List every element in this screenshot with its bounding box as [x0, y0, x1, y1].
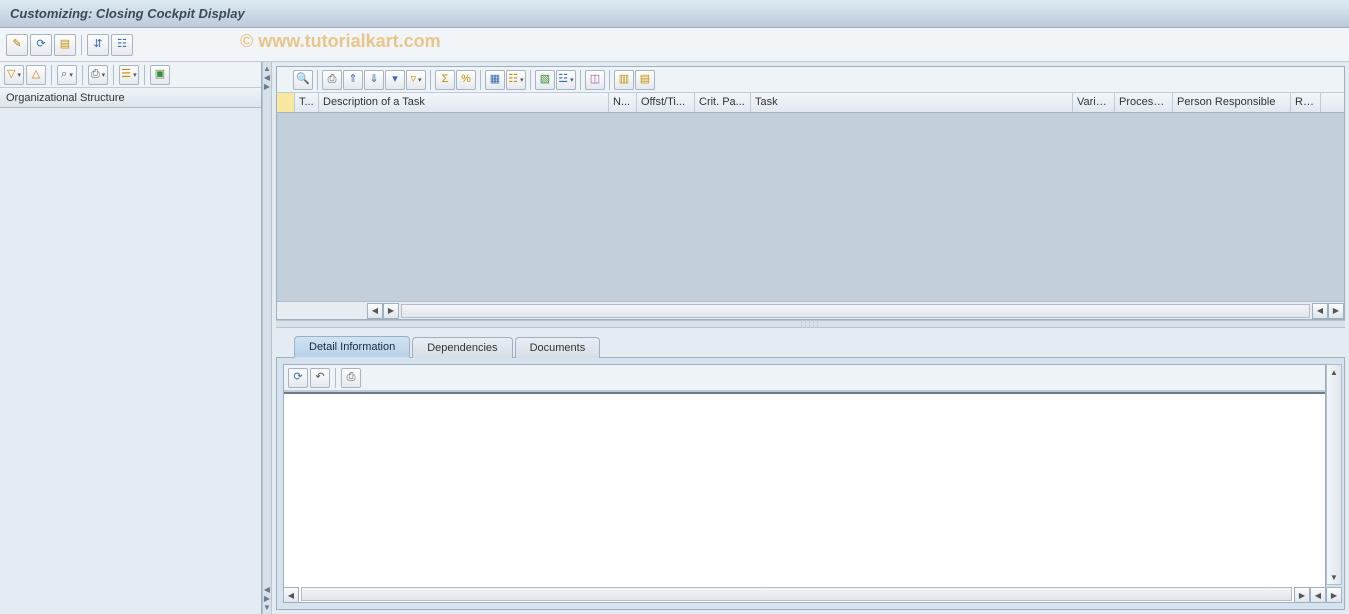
separator [81, 35, 82, 55]
select-layout-icon[interactable]: ▥ [614, 70, 634, 90]
scrollbar-track[interactable] [401, 304, 1310, 318]
separator [530, 70, 531, 90]
separator [317, 70, 318, 90]
back-icon[interactable]: ↶ [310, 368, 330, 388]
separator [113, 65, 114, 85]
print-icon[interactable]: ⎙▾ [88, 65, 108, 85]
print-icon[interactable]: ⎙ [341, 368, 361, 388]
col-ro[interactable]: Ro... [1291, 93, 1321, 112]
columns-icon[interactable]: ☳▾ [556, 70, 576, 90]
refresh-icon[interactable]: ⟳ [30, 34, 52, 56]
scroll-left-icon[interactable]: ◀ [367, 303, 383, 319]
col-variant[interactable]: Varia... [1073, 93, 1115, 112]
tab-detail-information[interactable]: Detail Information [294, 336, 410, 358]
separator [335, 368, 336, 388]
workspace: ▽▾ △ ⌕▾ ⎙▾ ☰▾ ▣ Organizational Structure… [0, 62, 1349, 614]
detail-panel: ⟳ ↶ ⎙ ▲ ▼ ◀ ▶ ◀ ▶ [276, 358, 1345, 610]
col-description[interactable]: Description of a Task [319, 93, 609, 112]
wrench-icon[interactable]: ✎ [6, 34, 28, 56]
layout-icon[interactable]: ☷ [111, 34, 133, 56]
grid-horizontal-scrollbar[interactable]: ◀ ▶ ◀ ▶ [277, 301, 1344, 319]
left-toolbar: ▽▾ △ ⌕▾ ⎙▾ ☰▾ ▣ [0, 62, 261, 88]
col-n[interactable]: N... [609, 93, 637, 112]
grid-body[interactable] [277, 113, 1344, 301]
create-icon[interactable]: ▣ [150, 65, 170, 85]
export-icon[interactable]: ☰▾ [119, 65, 139, 85]
grid-toolbar: 🔍 ⎙ ⇑ ⇓ ▾ ▿▾ Σ % ▦ ☷▾ ▧ ☳▾ ◫ ▥ ▤ [277, 67, 1344, 93]
organizational-structure-panel: ▽▾ △ ⌕▾ ⎙▾ ☰▾ ▣ Organizational Structure [0, 62, 262, 614]
org-structure-tree[interactable] [0, 108, 261, 614]
scroll-right-end-icon[interactable]: ▶ [1326, 587, 1342, 603]
detail-toolbar: ⟳ ↶ ⎙ [284, 365, 1325, 391]
sum-icon[interactable]: Σ [435, 70, 455, 90]
col-person-responsible[interactable]: Person Responsible [1173, 93, 1291, 112]
subtotal-icon[interactable]: % [456, 70, 476, 90]
scrollbar-track[interactable] [301, 587, 1292, 601]
org-structure-label: Organizational Structure [6, 92, 125, 104]
scroll-right-end-icon[interactable]: ▶ [1328, 303, 1344, 319]
save-layout-icon[interactable]: ▤ [635, 70, 655, 90]
col-critical-path[interactable]: Crit. Pa... [695, 93, 751, 112]
scroll-up-icon[interactable]: ▲ [1327, 365, 1341, 379]
expand-icon[interactable]: △ [26, 65, 46, 85]
detail-vertical-scrollbar[interactable]: ▲ ▼ [1326, 364, 1342, 585]
excel-icon[interactable]: ▧ [535, 70, 555, 90]
detail-body[interactable] [284, 391, 1325, 602]
tab-dependencies[interactable]: Dependencies [412, 337, 512, 358]
tab-documents[interactable]: Documents [515, 337, 601, 358]
scroll-right-icon[interactable]: ▶ [1294, 587, 1310, 603]
hierarchy-icon[interactable]: ⇵ [87, 34, 109, 56]
vertical-splitter[interactable]: ▲◀▶ ◀▶▼ [262, 62, 272, 614]
application-toolbar: ✎ ⟳ ▤ ⇵ ☷ © www.tutorialkart.com [0, 28, 1349, 62]
col-task[interactable]: Task [751, 93, 1073, 112]
scroll-left-end-icon[interactable]: ◀ [1312, 303, 1328, 319]
find-icon[interactable]: ⌕▾ [57, 65, 77, 85]
scroll-down-icon[interactable]: ▼ [1327, 570, 1341, 584]
export-list-icon[interactable]: ▦ [485, 70, 505, 90]
col-type[interactable]: T... [295, 93, 319, 112]
col-offset[interactable]: Offst/Ti... [637, 93, 695, 112]
separator [144, 65, 145, 85]
refresh-icon[interactable]: ⟳ [288, 368, 308, 388]
display-graphic-icon[interactable]: ◫ [585, 70, 605, 90]
scroll-left-end-icon[interactable]: ◀ [1310, 587, 1326, 603]
scroll-right-icon[interactable]: ▶ [383, 303, 399, 319]
watermark: © www.tutorialkart.com [240, 31, 441, 52]
separator [430, 70, 431, 90]
collapse-icon[interactable]: ▽▾ [4, 65, 24, 85]
horizontal-splitter[interactable]: ::::: [276, 320, 1345, 328]
separator [609, 70, 610, 90]
scroll-left-icon[interactable]: ◀ [283, 587, 299, 603]
grid-column-headers: T... Description of a Task N... Offst/Ti… [277, 93, 1344, 113]
detail-inner: ⟳ ↶ ⎙ [283, 364, 1326, 603]
separator [82, 65, 83, 85]
title-bar: Customizing: Closing Cockpit Display [0, 0, 1349, 28]
filter-set-icon[interactable]: ▿▾ [406, 70, 426, 90]
col-select[interactable] [277, 93, 295, 112]
filter-icon[interactable]: ▾ [385, 70, 405, 90]
details-icon[interactable]: 🔍 [293, 70, 313, 90]
window-title: Customizing: Closing Cockpit Display [10, 6, 245, 21]
sort-asc-icon[interactable]: ⇑ [343, 70, 363, 90]
separator [480, 70, 481, 90]
separator [580, 70, 581, 90]
print-icon[interactable]: ⎙ [322, 70, 342, 90]
right-panel: 🔍 ⎙ ⇑ ⇓ ▾ ▿▾ Σ % ▦ ☷▾ ▧ ☳▾ ◫ ▥ ▤ [272, 62, 1349, 614]
detail-horizontal-scrollbar[interactable]: ◀ ▶ ◀ ▶ [283, 587, 1342, 603]
separator [51, 65, 52, 85]
document-icon[interactable]: ▤ [54, 34, 76, 56]
detail-tabs: Detail Information Dependencies Document… [276, 334, 1345, 358]
layout-icon[interactable]: ☷▾ [506, 70, 526, 90]
col-processor[interactable]: Processor [1115, 93, 1173, 112]
sort-desc-icon[interactable]: ⇓ [364, 70, 384, 90]
task-grid: 🔍 ⎙ ⇑ ⇓ ▾ ▿▾ Σ % ▦ ☷▾ ▧ ☳▾ ◫ ▥ ▤ [276, 66, 1345, 320]
left-panel-header: Organizational Structure [0, 88, 261, 108]
